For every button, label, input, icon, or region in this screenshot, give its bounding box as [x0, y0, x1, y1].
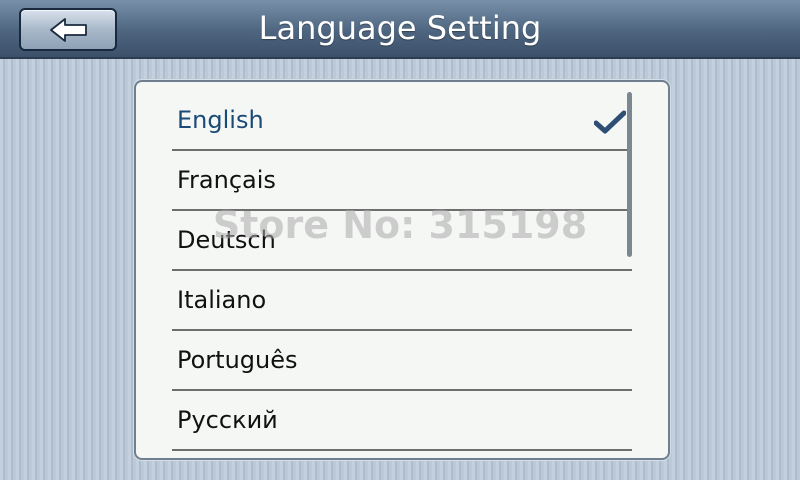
language-label: Français [177, 166, 276, 194]
language-list: English Français Deutsch Italiano Portug… [172, 91, 632, 451]
language-label: Português [177, 346, 298, 374]
language-item-english[interactable]: English [172, 91, 632, 151]
checkmark-icon [594, 110, 626, 134]
language-label: English [177, 106, 264, 134]
language-item-italiano[interactable]: Italiano [172, 271, 632, 331]
language-item-deutsch[interactable]: Deutsch [172, 211, 632, 271]
language-item-francais[interactable]: Français [172, 151, 632, 211]
language-label: Русский [177, 406, 278, 434]
language-list-panel: English Français Deutsch Italiano Portug… [134, 80, 670, 460]
scrollbar[interactable] [627, 92, 632, 257]
language-item-portugues[interactable]: Português [172, 331, 632, 391]
language-label: Italiano [177, 286, 267, 314]
language-label: Deutsch [177, 226, 276, 254]
title-bar: Language Setting [0, 0, 800, 59]
page-title: Language Setting [258, 9, 542, 47]
language-item-russian[interactable]: Русский [172, 391, 632, 451]
